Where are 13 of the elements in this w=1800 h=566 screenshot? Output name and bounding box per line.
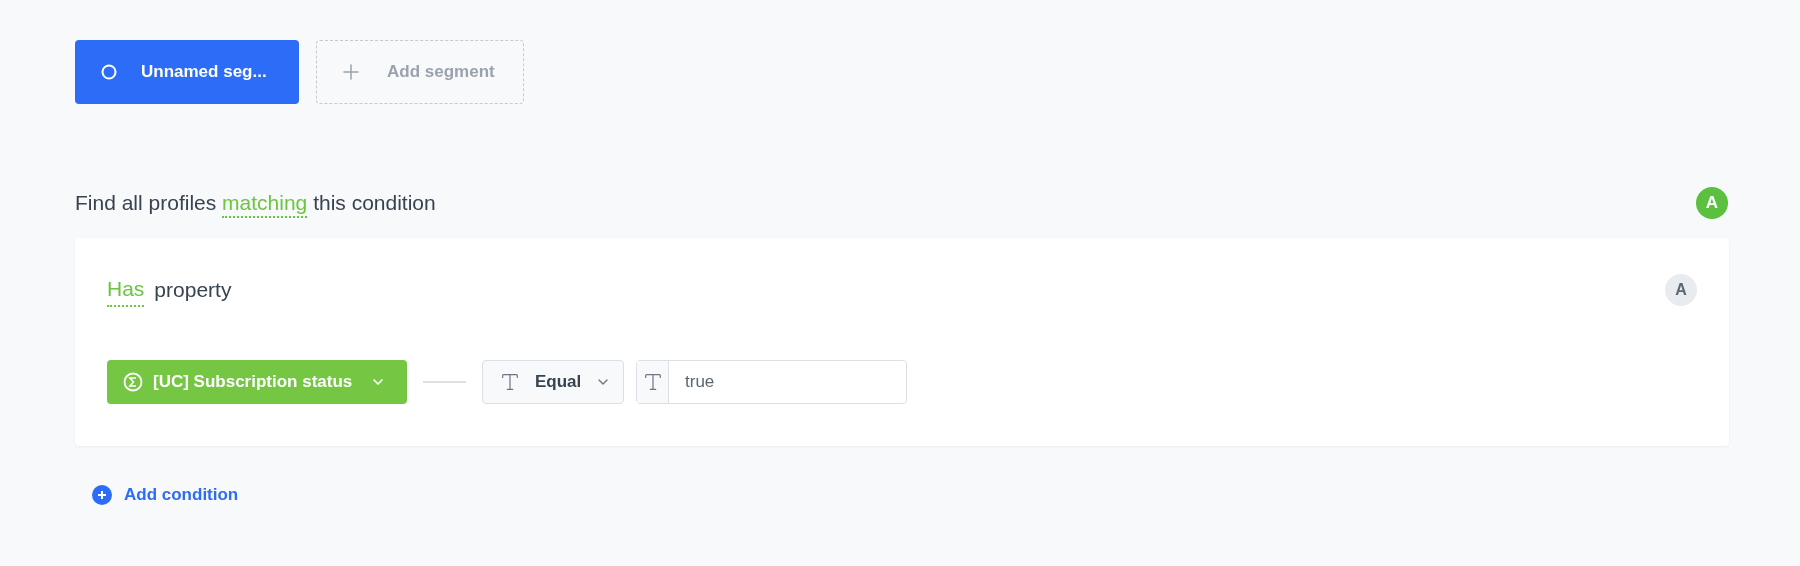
- add-condition-button[interactable]: Add condition: [92, 482, 239, 508]
- add-segment-button[interactable]: Add segment: [316, 40, 524, 104]
- value-field[interactable]: true: [636, 360, 907, 404]
- condition-badge: A: [1665, 274, 1697, 306]
- circle-icon: [101, 64, 117, 80]
- comparison-dropdown[interactable]: Equal: [482, 360, 624, 404]
- condition-label: property: [154, 277, 232, 304]
- group-badge: A: [1696, 187, 1728, 219]
- sigma-icon: [123, 372, 143, 392]
- condition-heading: Find all profiles matching this condition: [75, 187, 436, 219]
- text-type-icon: [499, 371, 521, 393]
- plus-circle-icon: [92, 484, 112, 505]
- segment-tab[interactable]: Unnamed seg...: [75, 40, 299, 104]
